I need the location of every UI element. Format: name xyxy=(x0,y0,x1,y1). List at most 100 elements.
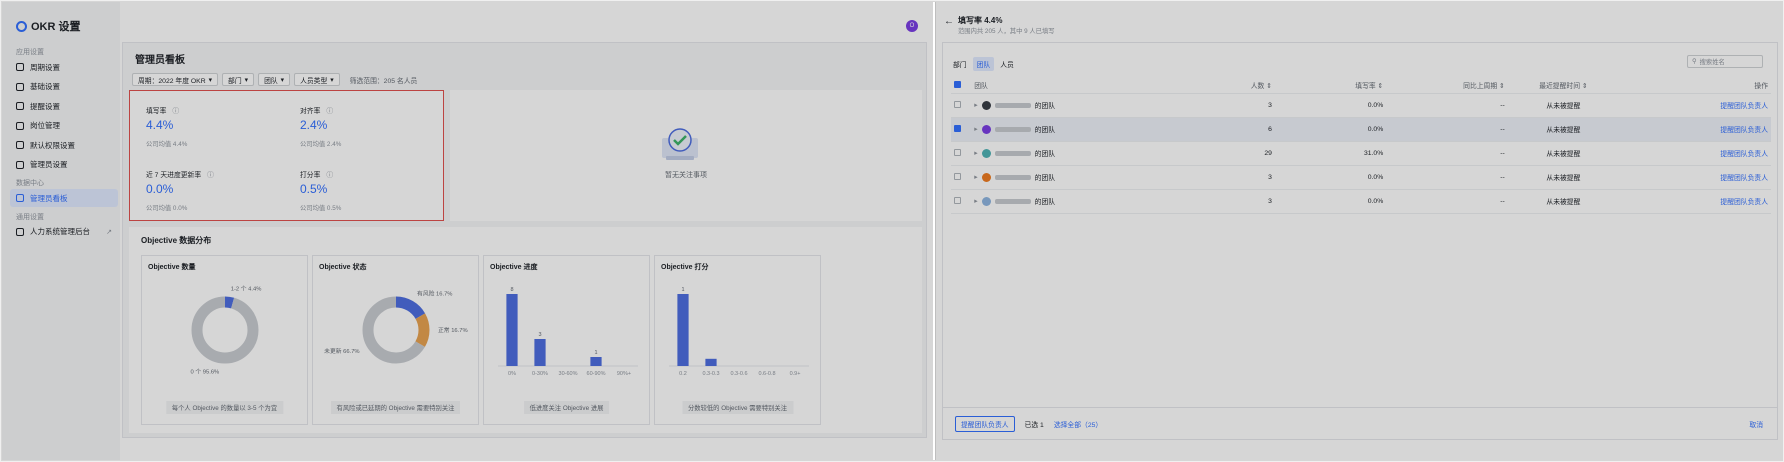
cancel-button[interactable]: 取消 xyxy=(1749,419,1763,429)
column-header[interactable]: 操作 xyxy=(1619,77,1771,94)
filter-dropdown[interactable]: 周期：2022 年度 OKR ▾ xyxy=(132,73,219,86)
column-header[interactable]: 填写率 ⇕ xyxy=(1274,77,1387,94)
filter-dropdown[interactable]: 人员类型 ▾ xyxy=(294,73,340,86)
remind-leaders-button[interactable]: 提醒团队负责人 xyxy=(955,415,1015,432)
back-arrow-icon[interactable]: ← xyxy=(944,16,954,27)
metric-card[interactable]: 填写率 ⓘ 4.4% 公司均值 4.4% xyxy=(134,95,284,155)
cell-delta: -- xyxy=(1386,117,1508,142)
redacted-name xyxy=(994,150,1031,156)
expand-caret-icon[interactable]: ▸ xyxy=(974,101,977,109)
column-header[interactable]: 最近提醒时间 ⇕ xyxy=(1507,77,1620,94)
row-checkbox[interactable] xyxy=(954,173,961,181)
expand-caret-icon[interactable]: ▸ xyxy=(974,149,977,157)
row-checkbox-cell xyxy=(951,93,972,118)
cell-people: 3 xyxy=(1214,165,1275,190)
cell-last: 从未被提醒 xyxy=(1507,93,1620,118)
metric-title: 打分率 ⓘ xyxy=(300,169,333,179)
cell-last: 从未被提醒 xyxy=(1507,165,1620,190)
app-brand: OKR 设置 xyxy=(16,18,81,34)
sidebar-item-dashboard[interactable]: 管理员看板 xyxy=(10,189,118,207)
select-all-link[interactable]: 选择全部（25） xyxy=(1054,419,1102,429)
x-tick-label: 30-60% xyxy=(559,371,578,377)
row-checkbox[interactable] xyxy=(954,149,961,157)
sidebar-item-user[interactable]: 管理员设置 xyxy=(10,156,118,174)
metric-card[interactable]: 近 7 天进度更新率 ⓘ 0.0% 公司均值 0.0% xyxy=(134,159,284,219)
metric-company-avg: 公司均值 4.4% xyxy=(146,141,188,148)
cell-people: 29 xyxy=(1214,141,1275,166)
objective-distribution: Objective 数据分布 Objective 数量 每个人 Objective… xyxy=(129,227,922,433)
view-tabs: 部门 团队 人员 xyxy=(949,57,1018,71)
remind-leader-link[interactable]: 提醒团队负责人 xyxy=(1720,103,1768,110)
bar xyxy=(705,358,717,366)
team-cell: ▸ 的团队 xyxy=(971,189,1215,214)
settings-icon xyxy=(16,82,24,91)
table-row[interactable]: ▸ 的团队 3 0.0% -- 从未被提醒 提醒团队负责人 xyxy=(951,165,1771,190)
table-row[interactable]: ▸ 的团队 6 0.0% -- 从未被提醒 提醒团队负责人 xyxy=(951,117,1771,142)
row-checkbox[interactable] xyxy=(954,101,961,109)
column-header[interactable]: 团队 xyxy=(971,77,1215,94)
team-cell: ▸ 的团队 xyxy=(971,117,1215,142)
column-header[interactable]: 人数 ⇕ xyxy=(1214,77,1275,94)
dashboard-panel: 管理员看板 周期：2022 年度 OKR ▾ 部门 ▾ 团队 ▾ 人员类型 ▾ 筛选范围：205… xyxy=(122,42,927,438)
search-input[interactable]: ⚲ 搜索姓名 xyxy=(1687,55,1763,68)
team-cell: ▸ 的团队 xyxy=(971,93,1215,118)
sidebar-item-edit[interactable]: 岗位管理 xyxy=(10,117,118,135)
x-tick-label: 60-90% xyxy=(587,371,606,377)
tab-team[interactable]: 团队 xyxy=(972,57,995,71)
avatar[interactable]: O xyxy=(906,20,918,32)
tab-dept[interactable]: 部门 xyxy=(949,57,971,71)
team-cell: ▸ 的团队 xyxy=(971,141,1215,166)
metric-title: 近 7 天进度更新率 ⓘ xyxy=(146,169,214,179)
pie-label: 0 个 95.6% xyxy=(191,369,220,376)
sidebar-item-calendar[interactable]: 周期设置 xyxy=(10,58,118,76)
cell-people: 3 xyxy=(1214,189,1275,214)
metric-card[interactable]: 对齐率 ⓘ 2.4% 公司均值 2.4% xyxy=(288,95,438,155)
sidebar-item-label: 默认权限设置 xyxy=(30,140,75,150)
sidebar-item-settings[interactable]: 基础设置 xyxy=(10,78,118,96)
cell-action: 提醒团队负责人 xyxy=(1619,189,1771,214)
remind-leader-link[interactable]: 提醒团队负责人 xyxy=(1720,127,1768,134)
chart-title: Objective 数量 xyxy=(148,264,196,271)
remind-leader-link[interactable]: 提醒团队负责人 xyxy=(1720,199,1768,206)
tab-people[interactable]: 人员 xyxy=(996,57,1018,71)
info-icon[interactable]: ⓘ xyxy=(326,108,333,115)
x-tick-label: 0-30% xyxy=(532,371,548,377)
metric-card[interactable]: 打分率 ⓘ 0.5% 公司均值 0.5% xyxy=(288,159,438,219)
cell-delta: -- xyxy=(1386,141,1508,166)
info-icon[interactable]: ⓘ xyxy=(172,108,179,115)
chart-caption: 有风险或已延期的 Objective 需要特别关注 xyxy=(330,401,461,414)
filter-label: 人员类型 xyxy=(300,77,328,85)
table-row[interactable]: ▸ 的团队 3 0.0% -- 从未被提醒 提醒团队负责人 xyxy=(951,189,1771,214)
expand-caret-icon[interactable]: ▸ xyxy=(974,173,977,181)
redacted-name xyxy=(994,174,1031,180)
sidebar-item-label: 管理员看板 xyxy=(30,193,68,203)
info-icon[interactable]: ⓘ xyxy=(326,172,333,179)
pie-label: 未更新 66.7% xyxy=(324,347,359,355)
header-checkbox[interactable] xyxy=(954,81,961,89)
pie-label: 1-2 个 4.4% xyxy=(231,285,262,292)
expand-caret-icon[interactable]: ▸ xyxy=(974,197,977,205)
sidebar-item-bell[interactable]: 提醒设置 xyxy=(10,97,118,115)
calendar-icon xyxy=(16,63,24,71)
table-row[interactable]: ▸ 的团队 29 31.0% -- 从未被提醒 提醒团队负责人 xyxy=(951,141,1771,166)
remind-leader-link[interactable]: 提醒团队负责人 xyxy=(1720,175,1768,182)
column-header[interactable]: 同比上周期 ⇕ xyxy=(1386,77,1508,94)
cell-rate: 0.0% xyxy=(1274,189,1387,214)
metric-title: 对齐率 ⓘ xyxy=(300,105,333,115)
table-row[interactable]: ▸ 的团队 3 0.0% -- 从未被提醒 提醒团队负责人 xyxy=(951,93,1771,118)
cell-delta: -- xyxy=(1386,165,1508,190)
sidebar-item-org[interactable]: 人力系统管理后台 ↗ xyxy=(10,223,118,241)
metrics-group: 填写率 ⓘ 4.4% 公司均值 4.4% 对齐率 ⓘ 2.4% 公司均值 2.4% 近 7 天进… xyxy=(129,90,444,221)
row-checkbox-cell xyxy=(951,189,972,214)
filter-dropdown[interactable]: 部门 ▾ xyxy=(222,73,255,86)
row-checkbox[interactable] xyxy=(954,125,961,133)
redacted-name xyxy=(994,198,1031,204)
filter-dropdown[interactable]: 团队 ▾ xyxy=(258,73,291,86)
row-checkbox[interactable] xyxy=(954,197,961,205)
info-icon[interactable]: ⓘ xyxy=(207,172,214,179)
metric-title-text: 填写率 xyxy=(146,108,167,115)
sidebar-item-lock[interactable]: 默认权限设置 xyxy=(10,136,118,154)
expand-caret-icon[interactable]: ▸ xyxy=(974,125,977,133)
bar xyxy=(590,357,602,366)
remind-leader-link[interactable]: 提醒团队负责人 xyxy=(1720,151,1768,158)
